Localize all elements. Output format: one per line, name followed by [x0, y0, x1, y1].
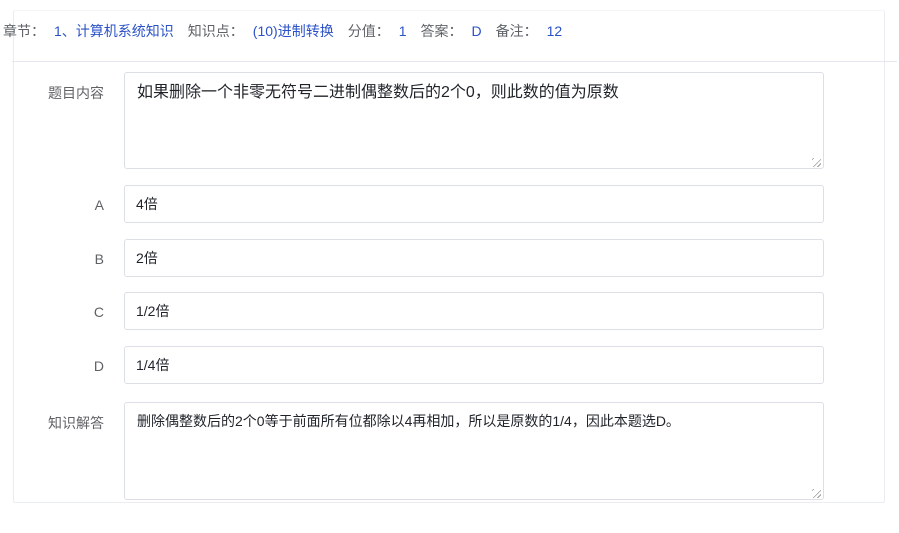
- question-content-label: 题目内容: [14, 83, 104, 103]
- answer-label: 答案：: [421, 21, 463, 41]
- explanation-label: 知识解答: [14, 413, 104, 433]
- meta-answer: 答案： D: [421, 21, 482, 41]
- answer-value: D: [472, 23, 482, 39]
- meta-chapter: 章节： 1、计算机系统知识: [3, 21, 174, 41]
- meta-bar-divider: [12, 61, 897, 62]
- option-a-input[interactable]: [124, 185, 824, 223]
- question-content-textarea[interactable]: 如果删除一个非零无符号二进制偶整数后的2个0，则此数的值为原数: [124, 72, 824, 169]
- chapter-label: 章节：: [3, 21, 45, 41]
- score-value: 1: [399, 23, 407, 39]
- question-meta-bar: 章节： 1、计算机系统知识 知识点： (10)进制转换 分值： 1 答案： D …: [3, 0, 897, 61]
- knowledge-point-label: 知识点：: [188, 21, 244, 41]
- explanation-textarea[interactable]: 删除偶整数后的2个0等于前面所有位都除以4再相加，所以是原数的1/4，因此本题选…: [124, 402, 824, 500]
- option-d-label: D: [14, 358, 104, 374]
- meta-score: 分值： 1: [348, 21, 407, 41]
- option-d-input[interactable]: [124, 346, 824, 384]
- score-label: 分值：: [348, 21, 390, 41]
- meta-knowledge-point: 知识点： (10)进制转换: [188, 21, 334, 41]
- remark-label: 备注：: [496, 21, 538, 41]
- option-c-label: C: [14, 304, 104, 320]
- option-b-label: B: [14, 251, 104, 267]
- knowledge-point-value: (10)进制转换: [253, 21, 334, 41]
- option-a-label: A: [14, 197, 104, 213]
- question-detail-page: 章节： 1、计算机系统知识 知识点： (10)进制转换 分值： 1 答案： D …: [0, 0, 899, 533]
- meta-remark: 备注： 12: [496, 21, 563, 41]
- chapter-value: 1、计算机系统知识: [54, 21, 174, 41]
- remark-value: 12: [547, 23, 563, 39]
- resize-handle-icon[interactable]: [812, 489, 821, 498]
- option-c-input[interactable]: [124, 292, 824, 330]
- resize-handle-icon[interactable]: [812, 158, 821, 167]
- option-b-input[interactable]: [124, 239, 824, 277]
